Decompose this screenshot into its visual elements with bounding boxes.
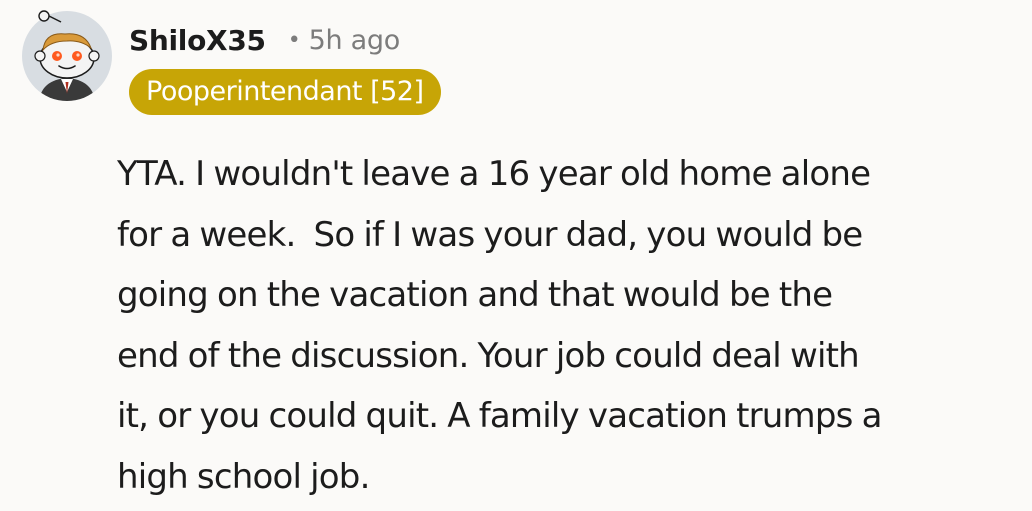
user-flair: Pooperintendant [52] <box>129 69 441 115</box>
snoo-avatar-icon <box>22 10 112 101</box>
comment-body-line: going on the vacation and that would be … <box>117 275 833 315</box>
comment-timestamp[interactable]: 5h ago <box>309 25 401 56</box>
comment: ShiloX35 • 5h ago Pooperintendant [52] Y… <box>0 0 1032 511</box>
comment-body-line: for a week. So if I was your dad, you wo… <box>117 214 863 255</box>
comment-body-line: it, or you could quit. A family vacation… <box>117 396 882 436</box>
comment-body-line: high school job. <box>117 456 370 497</box>
comment-meta: ShiloX35 • 5h ago <box>129 20 400 60</box>
comment-body-line: YTA. I wouldn't leave a 16 year old home… <box>117 154 871 194</box>
username-link[interactable]: ShiloX35 <box>129 24 266 57</box>
user-avatar[interactable] <box>21 10 113 102</box>
comment-body-line: end of the discussion. Your job could de… <box>117 335 860 376</box>
meta-separator: • <box>287 27 301 53</box>
comment-body: YTA. I wouldn't leave a 16 year old home… <box>117 144 1022 507</box>
